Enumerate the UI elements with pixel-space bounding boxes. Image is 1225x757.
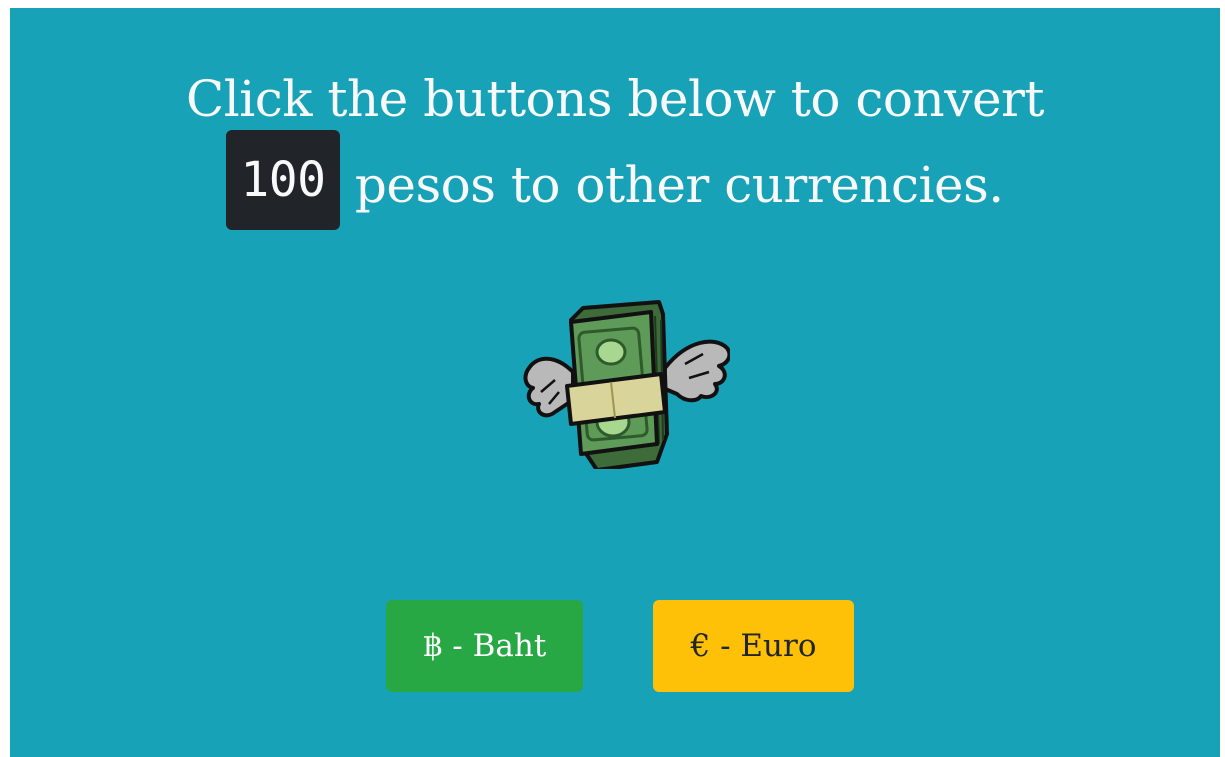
converter-panel: Click the buttons below to convert 100 p… xyxy=(10,8,1220,757)
heading-line-2: 100 pesos to other currencies. xyxy=(10,130,1220,235)
heading-line-2-text: pesos to other currencies. xyxy=(339,156,1004,214)
instruction-heading: Click the buttons below to convert 100 p… xyxy=(10,56,1220,235)
baht-button[interactable]: ฿ - Baht xyxy=(386,600,583,692)
amount-badge: 100 xyxy=(226,130,340,230)
euro-button[interactable]: € - Euro xyxy=(653,600,854,692)
heading-line-1: Click the buttons below to convert xyxy=(185,70,1045,128)
flying-money-icon xyxy=(523,300,730,469)
